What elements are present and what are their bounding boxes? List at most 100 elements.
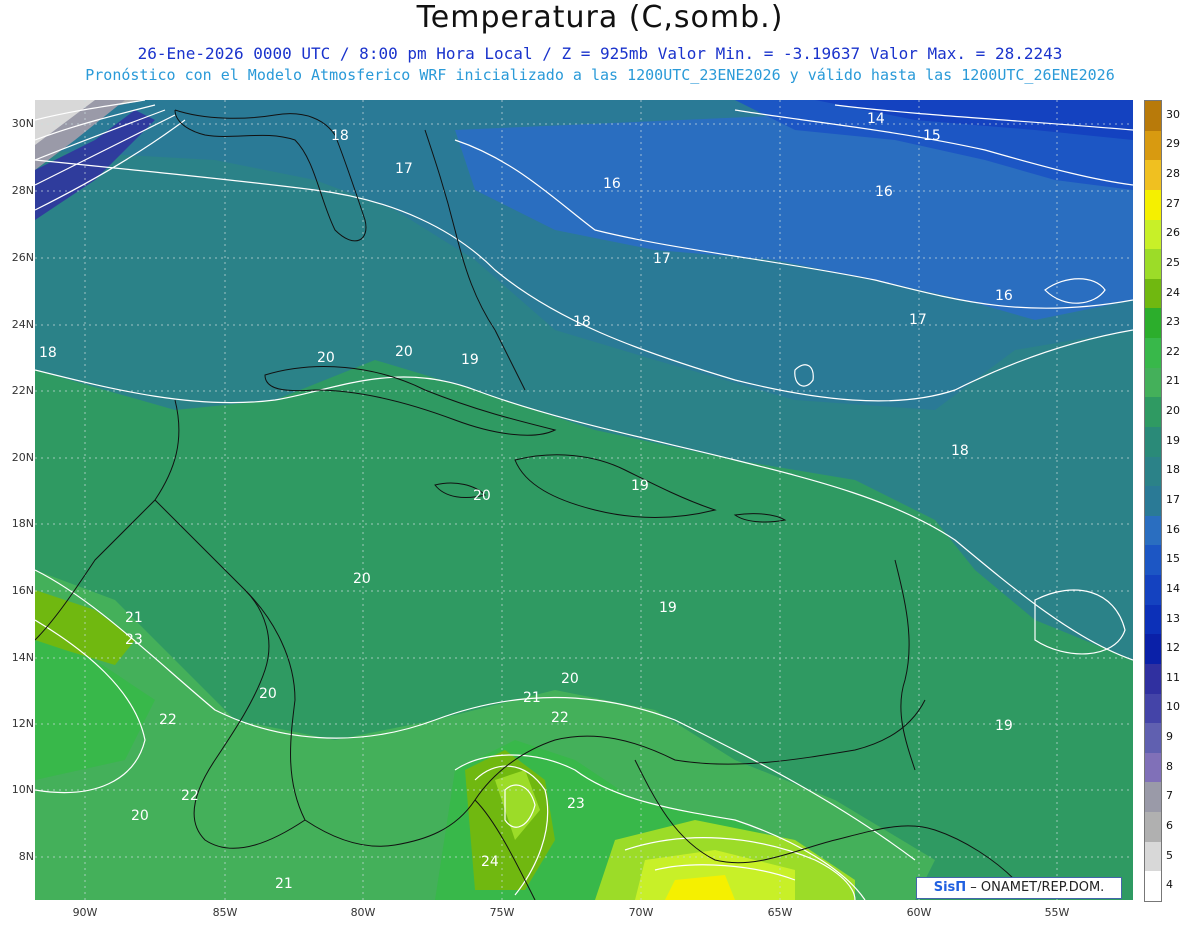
contour-label: 19 [461,352,479,368]
color-scale-label: 4 [1166,878,1173,892]
lon-label: 60W [906,906,932,919]
color-scale-box [1145,338,1161,369]
color-scale-box [1145,515,1161,546]
lat-label: 30N [11,117,34,130]
lon-label: 75W [489,906,515,919]
contour-label: 20 [259,686,277,702]
lat-label: 16N [11,584,34,597]
color-scale-label: 8 [1166,759,1173,773]
credit-box: SisΠ – ONAMET/REP.DOM. [916,877,1122,899]
contour-label: 17 [653,251,671,267]
contour-label: 21 [275,876,293,892]
lon-label: 65W [767,906,793,919]
contour-label: 22 [551,710,569,726]
lat-label: 22N [11,384,34,397]
lat-label: 26N [11,251,34,264]
color-scale-label: 18 [1166,463,1180,477]
contour-label: 19 [995,718,1013,734]
contour-label: 18 [951,443,969,459]
contour-label: 20 [561,671,579,687]
contour-label: 23 [567,796,585,812]
color-scale-box [1145,278,1161,309]
model-info-line: Pronóstico con el Modelo Atmosferico WRF… [85,66,1115,84]
color-scale-box [1145,219,1161,250]
color-scale-label: 22 [1166,344,1180,358]
contour-label: 22 [181,788,199,804]
color-scale-box [1145,249,1161,280]
contour-label: 20 [395,344,413,360]
color-scale-box [1145,367,1161,398]
color-scale-box [1145,101,1161,132]
color-scale-box [1145,871,1161,902]
color-scale-box [1145,130,1161,161]
color-scale-box [1145,752,1161,783]
contour-label: 23 [125,632,143,648]
contour-label: 22 [159,712,177,728]
lon-label: 55W [1044,906,1070,919]
lat-label: 10N [11,783,34,796]
lat-label: 20N [11,451,34,464]
color-scale-label: 23 [1166,315,1180,329]
color-scale-label: 20 [1166,404,1180,418]
color-scale-box [1145,723,1161,754]
color-scale-box [1145,575,1161,606]
color-scale-box [1145,693,1161,724]
color-scale-label: 24 [1166,285,1180,299]
contour-label: 18 [573,314,591,330]
color-scale-box [1145,545,1161,576]
color-scale-label: 26 [1166,226,1180,240]
lon-label: 80W [350,906,376,919]
contour-label: 14 [867,111,885,127]
contour-label: 18 [331,128,349,144]
brand-logo-text: SisΠ [933,880,967,895]
forecast-info-line: 26-Ene-2026 0000 UTC / 8:00 pm Hora Loca… [137,44,1063,63]
contour-label: 20 [473,488,491,504]
color-scale-label: 13 [1166,611,1180,625]
contour-label: 18 [39,345,57,361]
contour-label: 21 [523,690,541,706]
lat-label: 18N [11,517,34,530]
color-scale-box [1145,782,1161,813]
color-scale-label: 12 [1166,641,1180,655]
color-scale-label: 25 [1166,255,1180,269]
color-scale-label: 5 [1166,848,1173,862]
map-title: Temperatura (C,somb.) [416,0,784,35]
contour-label: 16 [875,184,893,200]
color-scale-label: 17 [1166,493,1180,506]
temperature-shading [35,100,1133,900]
color-scale-box [1145,189,1161,220]
lon-label: 85W [212,906,238,919]
color-scale-label: 27 [1166,196,1180,210]
color-scale-box [1145,308,1161,339]
lon-label: 90W [72,906,98,919]
color-scale-label: 28 [1166,167,1180,181]
credit-text: – ONAMET/REP.DOM. [966,880,1105,895]
color-scale-label: 9 [1166,730,1173,744]
color-scale-box [1145,486,1161,517]
color-scale-box [1145,160,1161,191]
contour-label: 15 [923,128,941,144]
contour-label: 16 [995,288,1013,304]
color-scale-label: 16 [1166,522,1180,536]
contour-label: 16 [603,176,621,192]
color-scale-label: 21 [1166,374,1180,388]
color-scale-bar [1144,100,1162,902]
color-scale-box [1145,604,1161,635]
color-scale-label: 7 [1166,789,1173,803]
contour-label: 19 [631,478,649,494]
color-scale-label: 6 [1166,818,1173,832]
color-scale-label: 10 [1166,700,1180,714]
color-scale-box [1145,634,1161,665]
color-scale-box [1145,663,1161,695]
temperature-map: 14 15 16 16 16 17 17 17 18 18 18 18 19 1… [35,100,1133,900]
lat-label: 24N [11,318,34,331]
color-scale-box [1145,841,1161,872]
color-scale-box [1145,456,1161,487]
color-scale-label: 14 [1166,581,1180,595]
color-scale-label: 19 [1166,433,1180,447]
contour-label: 17 [909,312,927,328]
lat-label: 28N [11,184,34,197]
contour-label: 20 [131,808,149,824]
color-scale-box [1145,812,1161,843]
color-scale-box [1145,426,1161,458]
